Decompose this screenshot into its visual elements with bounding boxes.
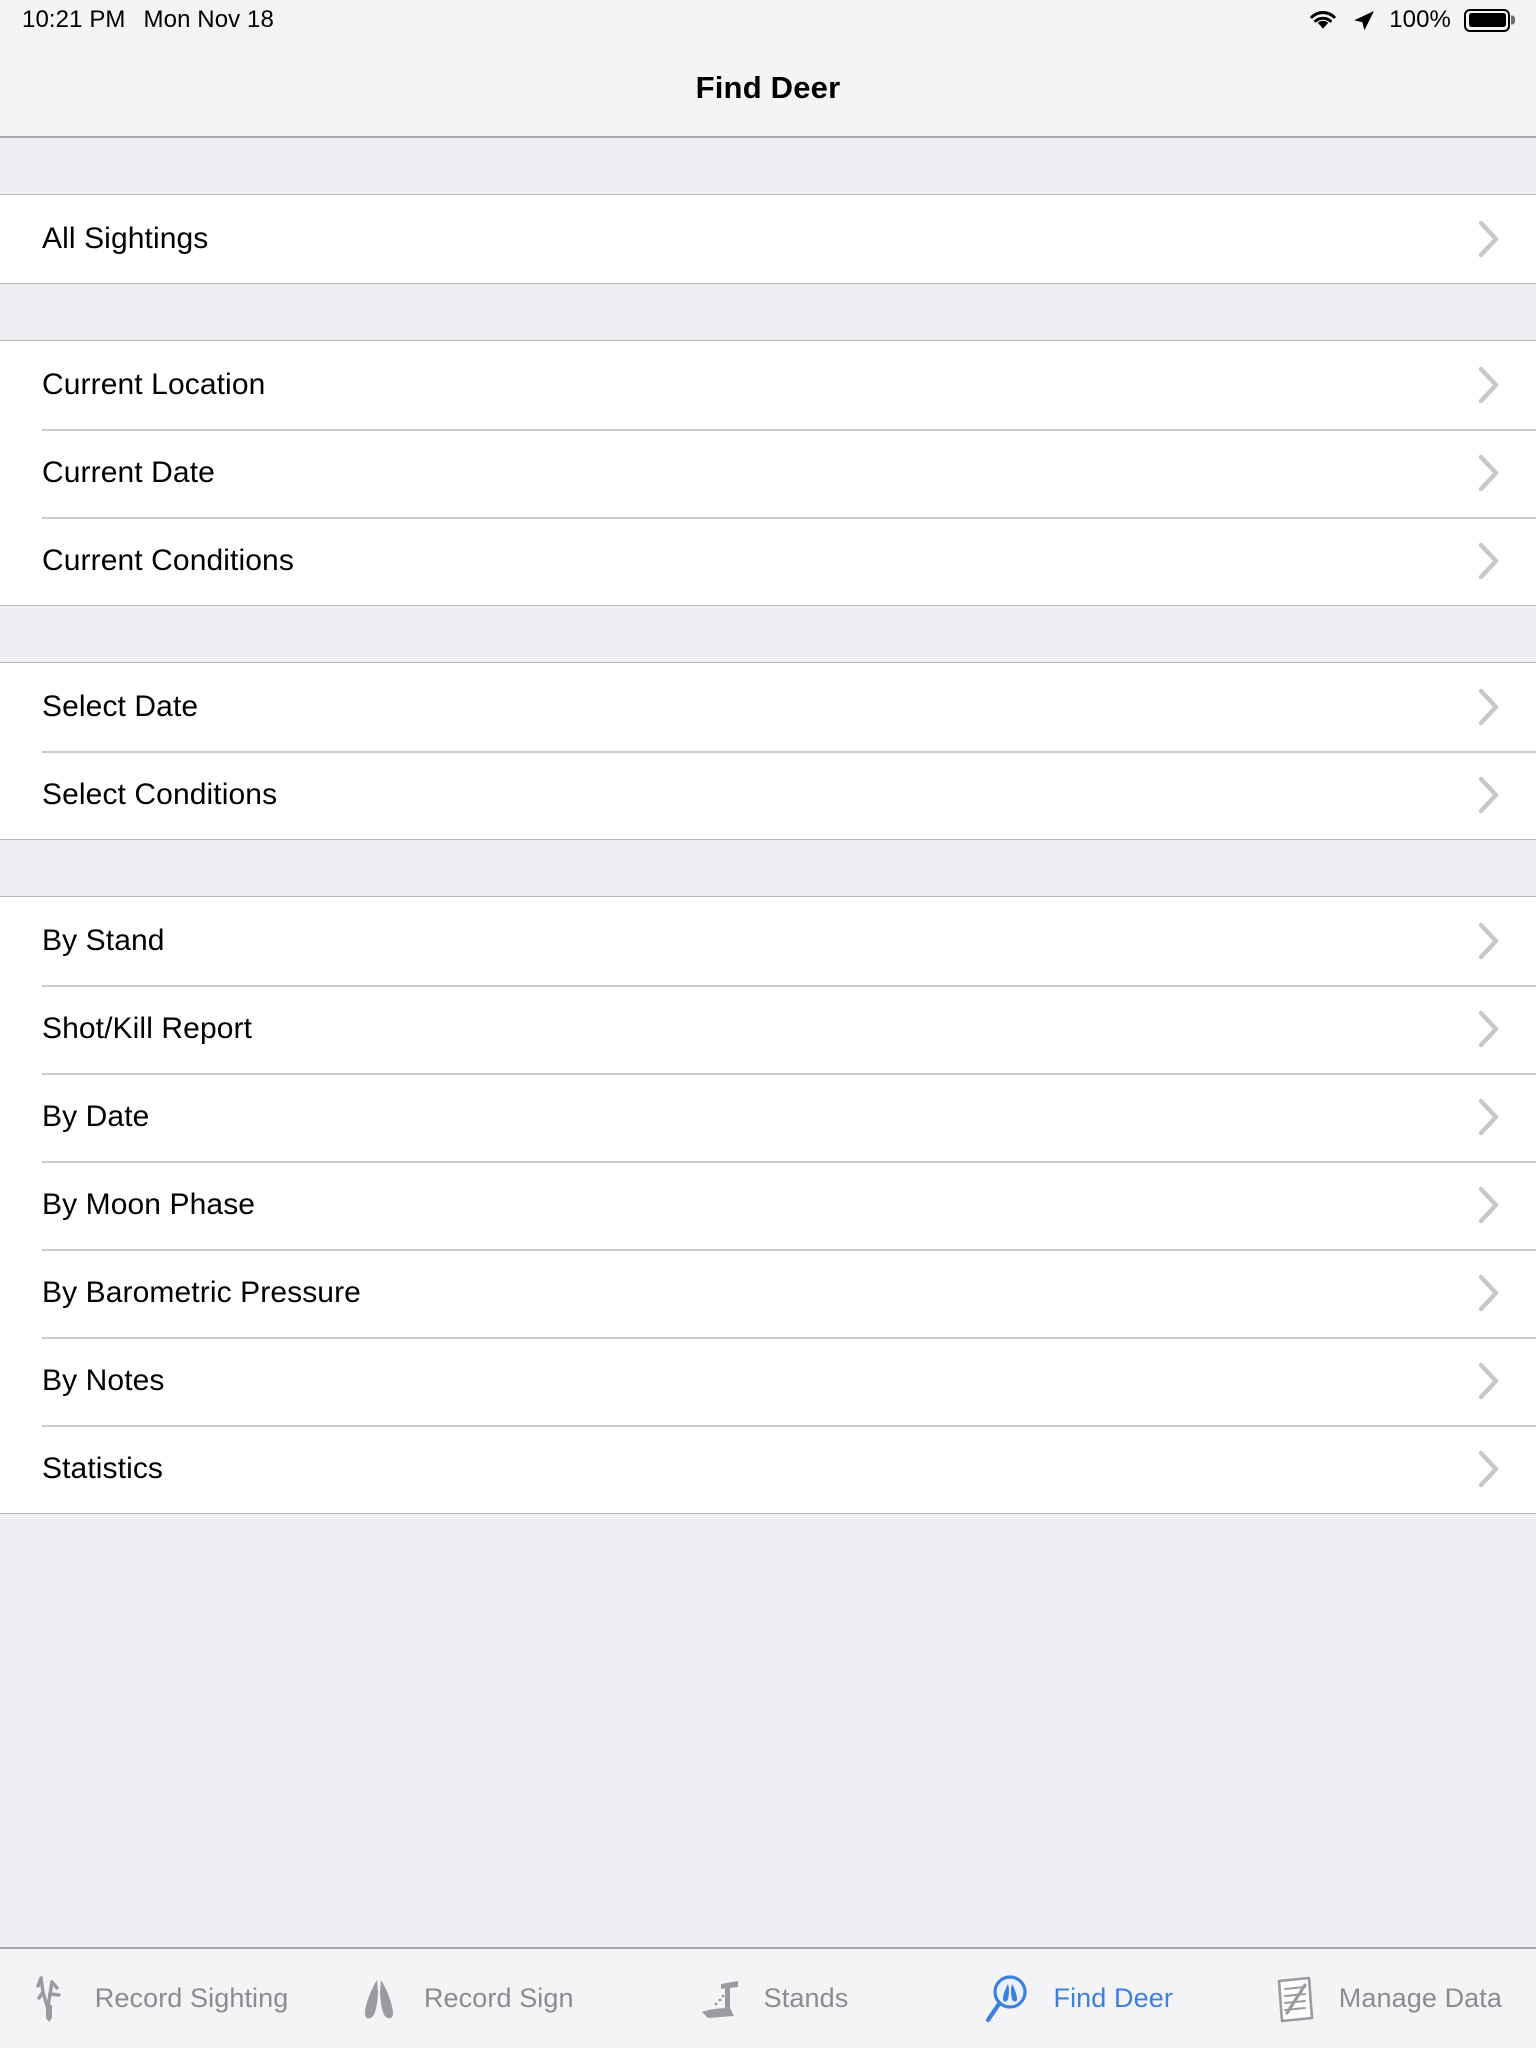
table-row[interactable]: By Stand [0, 897, 1536, 985]
battery-full-icon [1464, 8, 1510, 32]
chevron-right-icon [1478, 542, 1500, 580]
table-row-label: All Sightings [42, 222, 209, 255]
chevron-right-icon [1478, 220, 1500, 258]
chevron-right-icon [1478, 366, 1500, 404]
section-select: Select Date Select Conditions [0, 662, 1536, 840]
chevron-right-icon [1478, 776, 1500, 814]
document-pencil-icon [1263, 1968, 1325, 2030]
table-row-label: Current Location [42, 368, 266, 401]
table-row-label: Shot/Kill Report [42, 1012, 253, 1045]
wifi-icon [1308, 9, 1338, 31]
table-row-label: By Barometric Pressure [42, 1276, 361, 1309]
tab-find-deer[interactable]: Find Deer [922, 1949, 1229, 2048]
tab-stands[interactable]: Stands [614, 1949, 921, 2048]
table-row-label: By Date [42, 1100, 150, 1133]
table-row-label: Select Conditions [42, 778, 278, 811]
magnifier-deer-track-icon [977, 1968, 1039, 2030]
tab-label: Record Sign [423, 1983, 574, 2013]
settings-table[interactable]: All Sightings Current Location Current Da… [0, 138, 1536, 1947]
tab-label: Record Sighting [94, 1983, 289, 2013]
section-gap-3 [0, 606, 1536, 662]
chevron-right-icon [1478, 1450, 1500, 1488]
app-root: 10:21 PM Mon Nov 18 100% Find Deer All S… [0, 0, 1536, 2048]
tab-manage-data[interactable]: Manage Data [1229, 1949, 1536, 2048]
table-row[interactable]: Shot/Kill Report [0, 985, 1536, 1073]
chevron-right-icon [1478, 688, 1500, 726]
status-date: Mon Nov 18 [143, 6, 274, 33]
section-gap-1 [0, 138, 1536, 194]
table-row-label: Current Conditions [42, 544, 294, 577]
table-row[interactable]: By Notes [0, 1337, 1536, 1425]
status-bar-right: 100% [1308, 6, 1510, 34]
chevron-right-icon [1478, 454, 1500, 492]
table-row-label: Current Date [42, 456, 215, 489]
page-title: Find Deer [695, 70, 841, 105]
table-row-label: By Stand [42, 924, 165, 957]
tab-record-sighting[interactable]: Record Sighting [0, 1949, 307, 2048]
table-row[interactable]: Current Conditions [0, 517, 1536, 605]
table-row[interactable]: Current Location [0, 341, 1536, 429]
tab-label: Stands [763, 1983, 849, 2013]
table-row[interactable]: Statistics [0, 1425, 1536, 1513]
tab-bar: Record Sighting Record Sign Stands Find Dee… [0, 1947, 1536, 2048]
section-gap-4 [0, 840, 1536, 896]
status-bar: 10:21 PM Mon Nov 18 100% [0, 0, 1536, 40]
navigation-bar: Find Deer [0, 40, 1536, 138]
tab-label: Find Deer [1053, 1983, 1173, 2013]
status-time: 10:21 PM [22, 6, 126, 33]
table-row[interactable]: By Moon Phase [0, 1161, 1536, 1249]
section-reports: By Stand Shot/Kill Report By Date By Moon P… [0, 896, 1536, 1514]
chevron-right-icon [1478, 1186, 1500, 1224]
table-row[interactable]: By Barometric Pressure [0, 1249, 1536, 1337]
tree-stand-icon [688, 1968, 750, 2030]
status-bar-left: 10:21 PM Mon Nov 18 [22, 6, 274, 34]
chevron-right-icon [1478, 1274, 1500, 1312]
table-row[interactable]: Select Conditions [0, 751, 1536, 839]
tab-label: Manage Data [1338, 1983, 1503, 2013]
deer-antler-icon [19, 1968, 81, 2030]
chevron-right-icon [1478, 1010, 1500, 1048]
table-row[interactable]: Current Date [0, 429, 1536, 517]
table-row[interactable]: Select Date [0, 663, 1536, 751]
section-all-sightings: All Sightings [0, 194, 1536, 284]
chevron-right-icon [1478, 1098, 1500, 1136]
location-arrow-icon [1351, 8, 1376, 33]
table-row-label: Statistics [42, 1452, 164, 1485]
table-empty-space [0, 1514, 1536, 1947]
chevron-right-icon [1478, 1362, 1500, 1400]
tab-record-sign[interactable]: Record Sign [307, 1949, 614, 2048]
table-row-label: By Moon Phase [42, 1188, 256, 1221]
table-row[interactable]: All Sightings [0, 195, 1536, 283]
battery-percent-label: 100% [1389, 6, 1451, 33]
table-row[interactable]: By Date [0, 1073, 1536, 1161]
chevron-right-icon [1478, 922, 1500, 960]
table-row-label: Select Date [42, 690, 199, 723]
deer-track-icon [348, 1968, 410, 2030]
table-row-label: By Notes [42, 1364, 165, 1397]
section-gap-2 [0, 284, 1536, 340]
section-current: Current Location Current Date Current Cond… [0, 340, 1536, 606]
